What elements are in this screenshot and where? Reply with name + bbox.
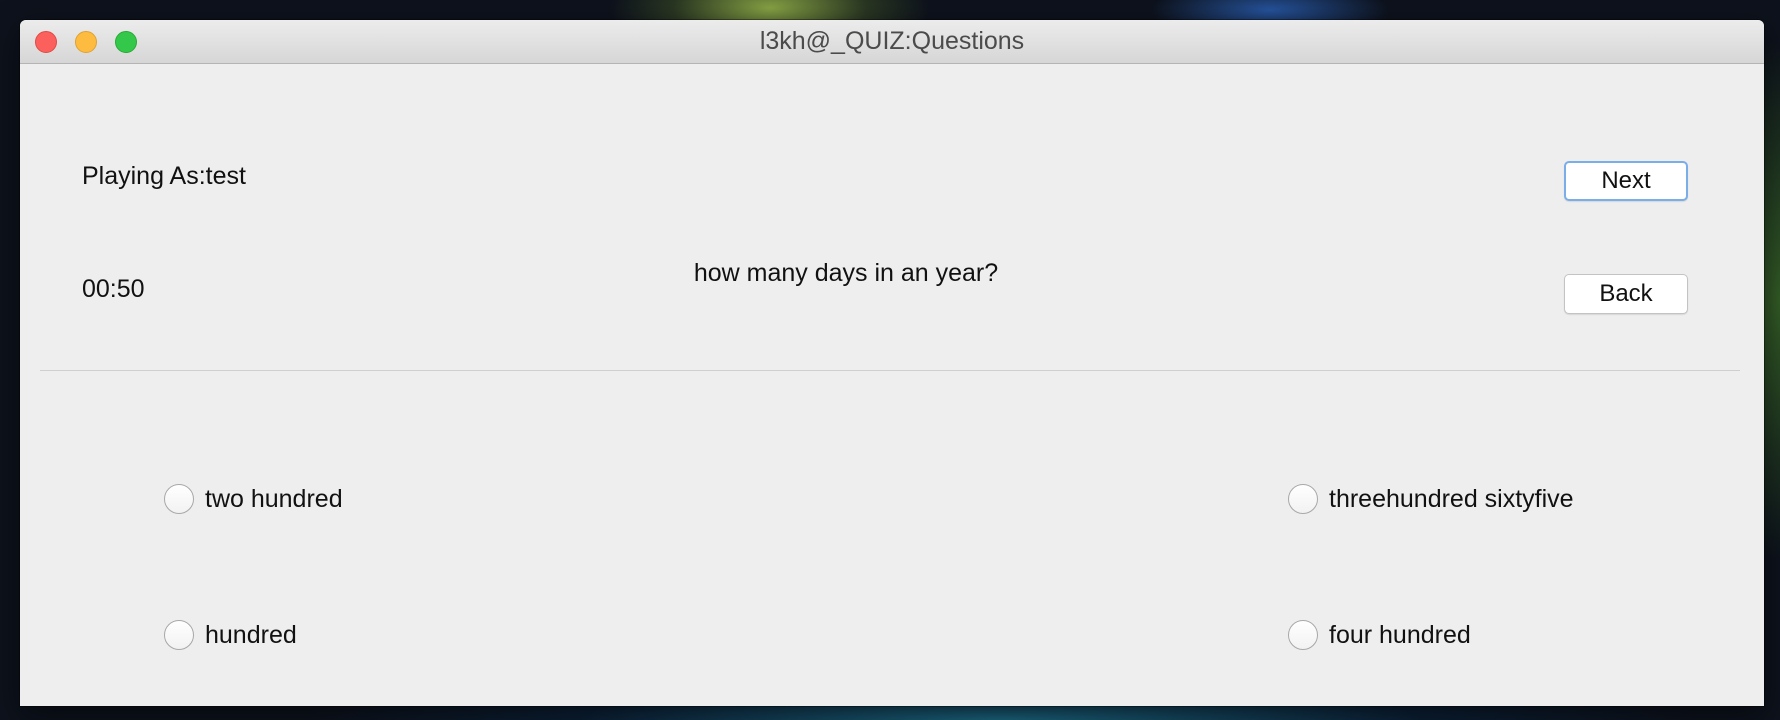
next-button[interactable]: Next bbox=[1564, 161, 1688, 201]
separator bbox=[40, 370, 1740, 371]
answer-label: four hundred bbox=[1329, 620, 1471, 649]
quiz-window: l3kh@_QUIZ:Questions Playing As:test 00:… bbox=[20, 20, 1764, 706]
quiz-content: Playing As:test 00:50 how many days in a… bbox=[20, 64, 1764, 706]
answer-label: hundred bbox=[205, 620, 297, 649]
back-button[interactable]: Back bbox=[1564, 274, 1688, 314]
answer-option-threehundred-sixtyfive[interactable]: threehundred sixtyfive bbox=[1288, 484, 1574, 514]
window-title: l3kh@_QUIZ:Questions bbox=[759, 27, 1025, 55]
radio-button[interactable] bbox=[164, 620, 194, 650]
answer-option-hundred[interactable]: hundred bbox=[164, 620, 297, 650]
title-bar: l3kh@_QUIZ:Questions bbox=[20, 20, 1764, 64]
answer-option-four-hundred[interactable]: four hundred bbox=[1288, 620, 1471, 650]
radio-button[interactable] bbox=[1288, 484, 1318, 514]
radio-button[interactable] bbox=[164, 484, 194, 514]
question-text: how many days in an year? bbox=[693, 259, 999, 287]
player-label: Playing As:test bbox=[82, 162, 246, 190]
radio-button[interactable] bbox=[1288, 620, 1318, 650]
answer-option-two-hundred[interactable]: two hundred bbox=[164, 484, 343, 514]
answer-label: threehundred sixtyfive bbox=[1329, 484, 1574, 513]
answer-label: two hundred bbox=[205, 484, 343, 513]
